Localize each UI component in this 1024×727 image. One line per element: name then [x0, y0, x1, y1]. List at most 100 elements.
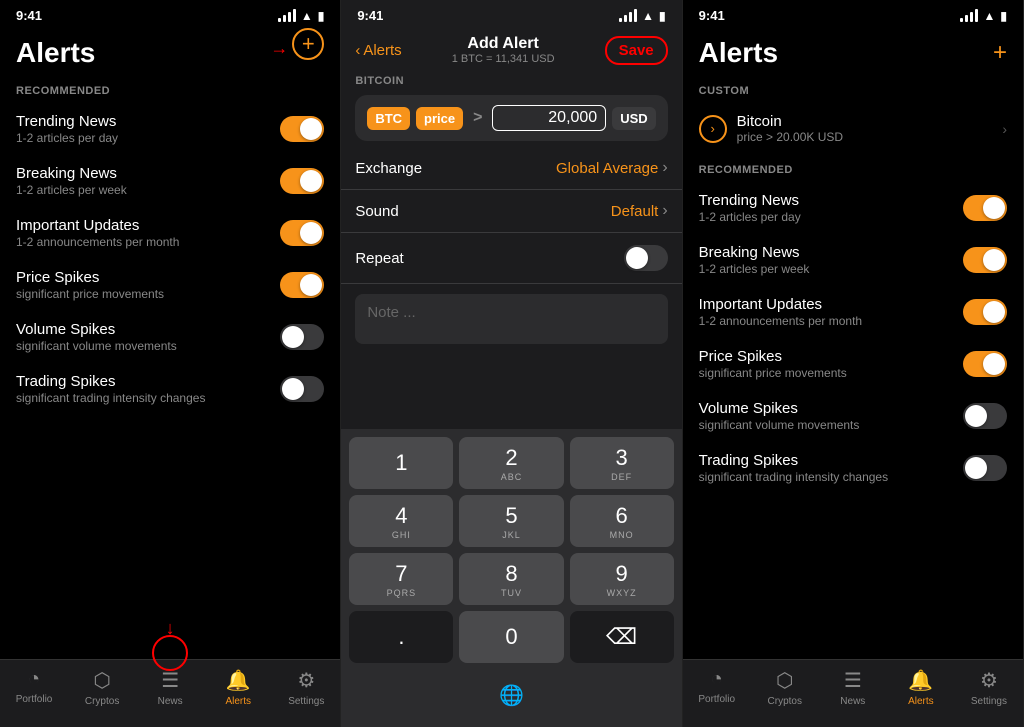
globe-icon[interactable]: 🌐 — [489, 673, 533, 717]
toggle-trading-right[interactable] — [963, 455, 1007, 481]
wifi-left: ▲ — [301, 9, 313, 23]
cryptos-icon-right: ⬡ — [776, 668, 793, 693]
toggle-trending-left[interactable] — [280, 116, 324, 142]
cond-op: > — [469, 109, 486, 127]
list-item-breaking-left: Breaking News 1-2 articles per week — [0, 155, 340, 207]
toggle-price-left[interactable] — [280, 272, 324, 298]
status-bar-mid: 9:41 ▲ ▮ — [341, 0, 681, 27]
tab-portfolio-left[interactable]: ◔ Portfolio — [0, 668, 68, 707]
cond-field: price — [416, 107, 463, 130]
time-left: 9:41 — [16, 8, 42, 23]
settings-icon-right: ⚙ — [980, 668, 998, 693]
nav-subtitle-mid: 1 BTC = 11,341 USD — [452, 53, 555, 65]
toggle-price-right[interactable] — [963, 351, 1007, 377]
panel-middle: 9:41 ▲ ▮ ‹ Alerts Add Alert 1 BTC = 11,3… — [341, 0, 682, 727]
signal-right — [960, 9, 978, 22]
key-7[interactable]: 7 PQRS — [349, 553, 453, 605]
exchange-row[interactable]: Exchange Global Average › — [341, 147, 681, 190]
toggle-volume-right[interactable] — [963, 403, 1007, 429]
tab-alerts-left[interactable]: 🔔 Alerts — [204, 668, 272, 707]
list-item-price-left: Price Spikes significant price movements — [0, 259, 340, 311]
save-button-mid[interactable]: Save — [605, 36, 668, 65]
panel-right: 9:41 ▲ ▮ Alerts + CUSTOM › Bitcoin price… — [683, 0, 1024, 727]
sound-chevron-icon: › — [662, 202, 667, 220]
toggle-important-left[interactable] — [280, 220, 324, 246]
key-8[interactable]: 8 TUV — [459, 553, 563, 605]
status-icons-right: ▲ ▮ — [960, 9, 1007, 23]
sound-value: Default — [611, 203, 659, 220]
crypto-section-label: BITCOIN — [341, 69, 681, 89]
key-1[interactable]: 1 — [349, 437, 453, 489]
tab-settings-right[interactable]: ⚙ Settings — [955, 668, 1023, 707]
repeat-row: Repeat — [341, 233, 681, 284]
page-title-right: Alerts — [699, 37, 778, 69]
toggle-trading-left[interactable] — [280, 376, 324, 402]
tab-bar-right: ◔ Portfolio ⬡ Cryptos ☰ News 🔔 Alerts ⚙ … — [683, 659, 1023, 727]
tab-news-right[interactable]: ☰ News — [819, 668, 887, 707]
keyboard: 1 2 ABC 3 DEF 4 GHI 5 JKL 6 MNO — [341, 429, 681, 727]
news-icon-right: ☰ — [844, 668, 862, 693]
tab-settings-left[interactable]: ⚙ Settings — [272, 668, 340, 707]
list-item-important-right: Important Updates 1-2 announcements per … — [683, 286, 1023, 338]
key-0[interactable]: 0 — [459, 611, 563, 663]
cryptos-icon-left: ⬡ — [93, 668, 110, 693]
bitcoin-chevron-icon: › — [1002, 121, 1007, 137]
alerts-icon-right: 🔔 — [908, 668, 933, 693]
battery-mid: ▮ — [659, 9, 666, 23]
keyboard-row-3: 7 PQRS 8 TUV 9 WXYZ — [349, 553, 673, 605]
toggle-trending-right[interactable] — [963, 195, 1007, 221]
list-item-trending-right: Trending News 1-2 articles per day — [683, 182, 1023, 234]
toggle-breaking-left[interactable] — [280, 168, 324, 194]
list-item-important-left: Important Updates 1-2 announcements per … — [0, 207, 340, 259]
back-button-mid[interactable]: ‹ Alerts — [355, 42, 401, 59]
add-button-right[interactable]: + — [993, 39, 1007, 67]
battery-right: ▮ — [1000, 9, 1007, 23]
list-item-trading-left: Trading Spikes significant trading inten… — [0, 363, 340, 415]
list-item-trading-right: Trading Spikes significant trading inten… — [683, 442, 1023, 494]
time-mid: 9:41 — [357, 8, 383, 23]
note-field[interactable]: Note ... — [355, 294, 667, 344]
toggle-breaking-right[interactable] — [963, 247, 1007, 273]
key-dot[interactable]: . — [349, 611, 453, 663]
section-recommended-left: RECOMMENDED — [0, 75, 340, 103]
tab-news-left[interactable]: ☰ News — [136, 668, 204, 707]
bitcoin-alert-icon: › — [699, 115, 727, 143]
repeat-label: Repeat — [355, 250, 403, 267]
tab-alerts-right[interactable]: 🔔 Alerts — [887, 668, 955, 707]
keyboard-row-4: . 0 ⌫ — [349, 611, 673, 663]
tab-cryptos-left[interactable]: ⬡ Cryptos — [68, 668, 136, 707]
key-9[interactable]: 9 WXYZ — [570, 553, 674, 605]
list-item-trending-left: Trending News 1-2 articles per day — [0, 103, 340, 155]
repeat-toggle[interactable] — [624, 245, 668, 271]
nav-bar-mid: ‹ Alerts Add Alert 1 BTC = 11,341 USD Sa… — [341, 27, 681, 69]
signal-left — [278, 9, 296, 22]
status-icons-mid: ▲ ▮ — [619, 9, 666, 23]
tab-portfolio-right[interactable]: ◔ Portfolio — [683, 668, 751, 707]
custom-bitcoin-item[interactable]: › Bitcoin price > 20.00K USD › — [683, 103, 1023, 154]
status-bar-left: 9:41 ▲ ▮ — [0, 0, 340, 27]
sound-row[interactable]: Sound Default › — [341, 190, 681, 233]
keyboard-row-2: 4 GHI 5 JKL 6 MNO — [349, 495, 673, 547]
condition-row: BTC price > 20,000 USD — [355, 95, 667, 141]
bitcoin-sub: price > 20.00K USD — [737, 130, 843, 144]
signal-mid — [619, 9, 637, 22]
cond-value[interactable]: 20,000 — [492, 105, 606, 131]
list-item-volume-right: Volume Spikes significant volume movemen… — [683, 390, 1023, 442]
key-2[interactable]: 2 ABC — [459, 437, 563, 489]
tab-cryptos-right[interactable]: ⬡ Cryptos — [751, 668, 819, 707]
toggle-important-right[interactable] — [963, 299, 1007, 325]
key-3[interactable]: 3 DEF — [570, 437, 674, 489]
key-5[interactable]: 5 JKL — [459, 495, 563, 547]
key-6[interactable]: 6 MNO — [570, 495, 674, 547]
exchange-chevron-icon: › — [662, 159, 667, 177]
panel-left: 9:41 ▲ ▮ → + Alerts RECOMMENDED Trending… — [0, 0, 341, 727]
toggle-volume-left[interactable] — [280, 324, 324, 350]
list-item-breaking-right: Breaking News 1-2 articles per week — [683, 234, 1023, 286]
bitcoin-title: Bitcoin — [737, 113, 843, 130]
status-bar-right: 9:41 ▲ ▮ — [683, 0, 1023, 27]
key-delete[interactable]: ⌫ — [570, 611, 674, 663]
key-4[interactable]: 4 GHI — [349, 495, 453, 547]
add-arrow-left: → — [270, 38, 288, 59]
wifi-right: ▲ — [983, 9, 995, 23]
list-item-price-right: Price Spikes significant price movements — [683, 338, 1023, 390]
